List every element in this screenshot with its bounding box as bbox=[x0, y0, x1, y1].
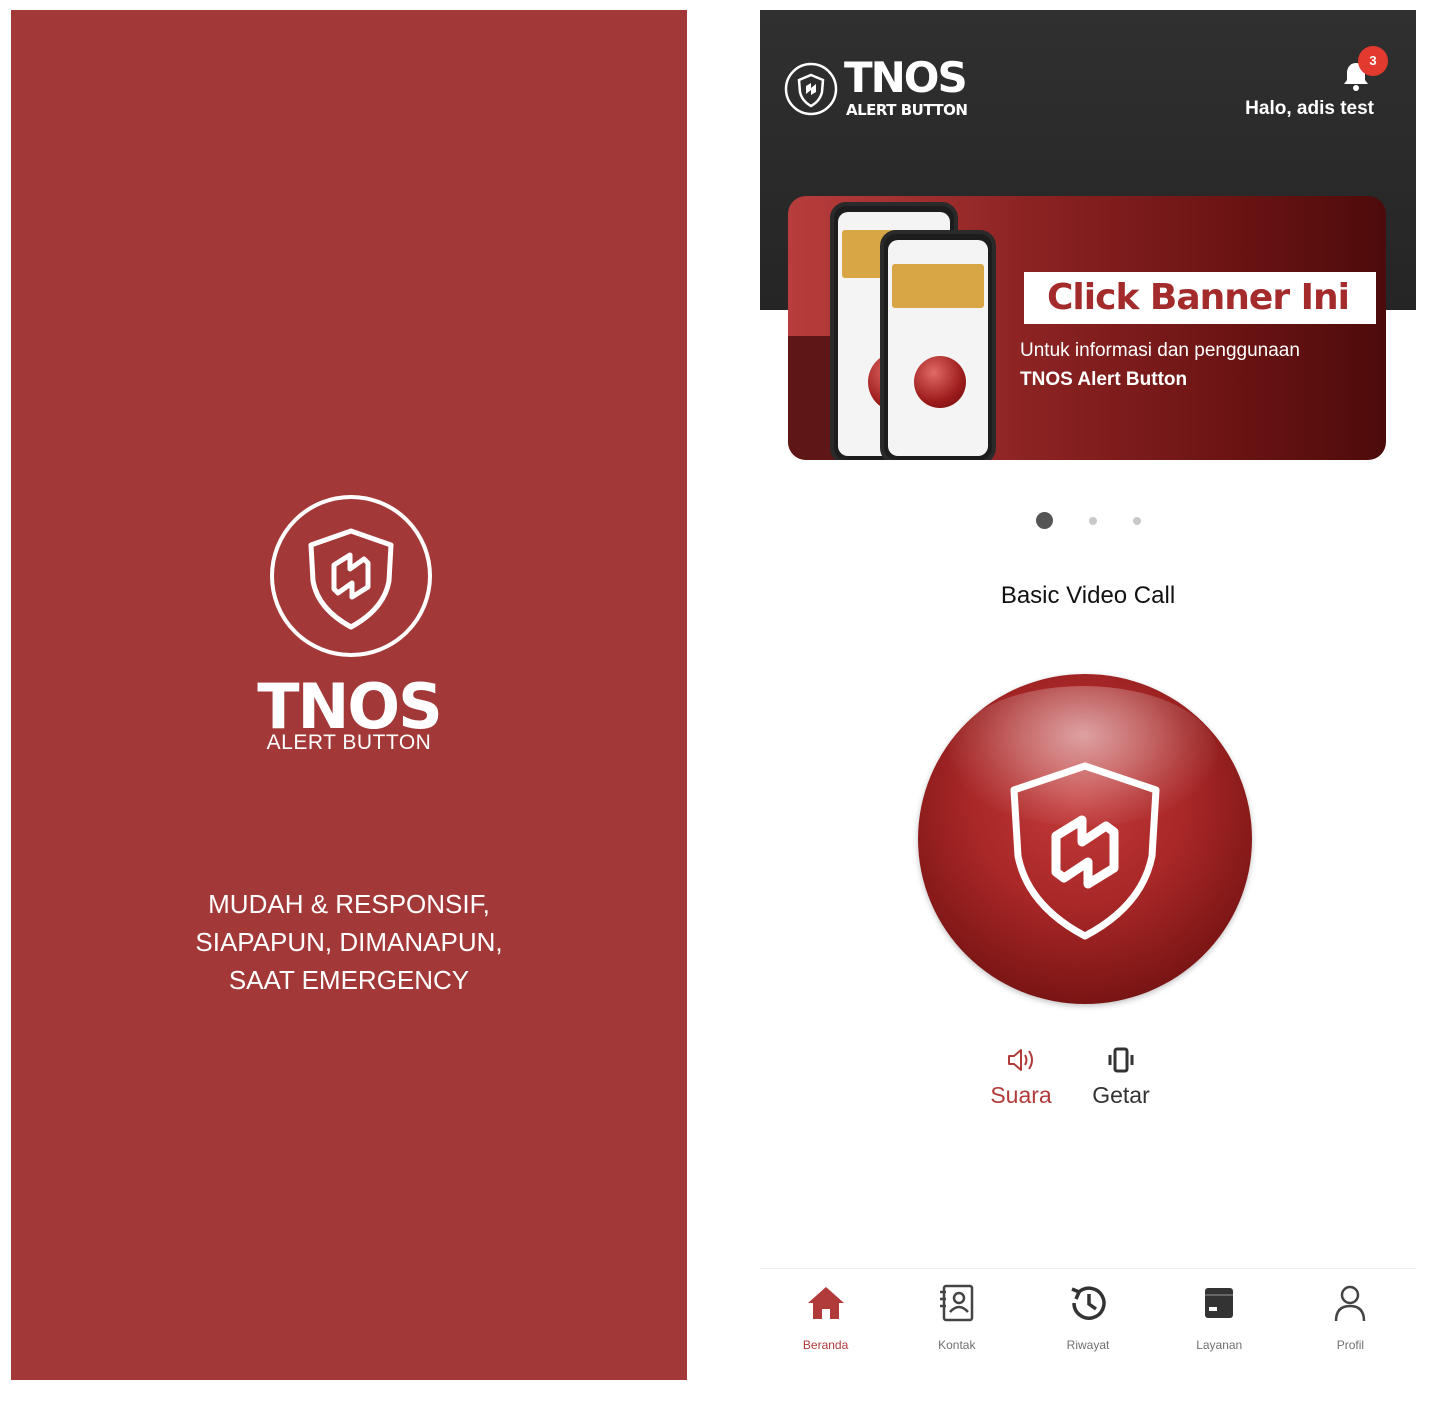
vibrate-toggle-label: Getar bbox=[1092, 1082, 1150, 1108]
speaker-icon bbox=[1008, 1049, 1033, 1071]
splash-tagline: MUDAH & RESPONSIF, SIAPAPUN, DIMANAPUN, … bbox=[11, 885, 687, 999]
nav-item-profil[interactable]: Profil bbox=[1285, 1276, 1416, 1376]
vibrate-icon bbox=[1108, 1047, 1134, 1073]
carousel-dot[interactable] bbox=[1132, 516, 1141, 525]
services-icon bbox=[1205, 1288, 1234, 1318]
shield-icon bbox=[1010, 762, 1160, 940]
nav-item-kontak[interactable]: Kontak bbox=[891, 1276, 1022, 1376]
history-icon bbox=[1071, 1286, 1106, 1320]
call-mode-label: Basic Video Call bbox=[1000, 582, 1176, 609]
tagline-line: SIAPAPUN, DIMANAPUN, bbox=[195, 927, 503, 957]
home-icon bbox=[807, 1287, 844, 1319]
tagline-line: SAAT EMERGENCY bbox=[228, 965, 470, 995]
nav-item-beranda[interactable]: Beranda bbox=[760, 1276, 891, 1376]
home-screen: TNOS ALERT BUTTON 3 Halo, adis test Clic… bbox=[760, 10, 1416, 1380]
tagline-line: MUDAH & RESPONSIF, bbox=[208, 889, 490, 919]
notification-badge: 3 bbox=[1358, 46, 1388, 76]
nav-label: Kontak bbox=[938, 1338, 976, 1352]
phone-mockup-alert-button bbox=[914, 356, 966, 408]
nav-item-riwayat[interactable]: Riwayat bbox=[1022, 1276, 1153, 1376]
vibrate-toggle[interactable]: Getar bbox=[1082, 1044, 1160, 1109]
nav-label: Profil bbox=[1336, 1338, 1365, 1352]
phone-mockup-front bbox=[880, 230, 996, 460]
phone-mockup-card bbox=[892, 264, 984, 308]
contacts-icon bbox=[939, 1284, 974, 1322]
banner-desc-line: Untuk informasi dan penggunaan bbox=[1020, 340, 1300, 361]
sound-toggle[interactable]: Suara bbox=[982, 1044, 1060, 1109]
nav-label: Beranda bbox=[802, 1338, 849, 1352]
bottom-navigation: Beranda Kontak Riwayat Layanan Profil bbox=[760, 1276, 1416, 1376]
banner-title: Click Banner Ini bbox=[1047, 277, 1350, 318]
nav-item-layanan[interactable]: Layanan bbox=[1154, 1276, 1285, 1376]
splash-brand-subtitle: ALERT BUTTON bbox=[266, 731, 432, 754]
header-brand-subtitle: ALERT BUTTON bbox=[846, 101, 968, 119]
sound-toggle-label: Suara bbox=[990, 1082, 1052, 1108]
tnos-shield-logo-icon bbox=[270, 495, 432, 657]
carousel-dot[interactable] bbox=[1035, 512, 1053, 529]
nav-label: Layanan bbox=[1196, 1338, 1243, 1352]
banner-description: Untuk informasi dan penggunaan TNOS Aler… bbox=[1020, 336, 1300, 394]
banner-desc-line: TNOS Alert Button bbox=[1020, 369, 1188, 390]
carousel-indicator bbox=[760, 512, 1416, 529]
info-banner[interactable]: Click Banner Ini Untuk informasi dan pen… bbox=[788, 196, 1386, 460]
user-greeting: Halo, adis test bbox=[1245, 98, 1374, 119]
splash-screen: TNOS ALERT BUTTON MUDAH & RESPONSIF, SIA… bbox=[11, 10, 687, 1380]
profile-icon bbox=[1335, 1285, 1366, 1322]
bottom-nav-divider bbox=[760, 1268, 1416, 1269]
carousel-dot[interactable] bbox=[1088, 516, 1097, 525]
tnos-logo-icon bbox=[784, 62, 838, 116]
nav-label: Riwayat bbox=[1066, 1338, 1110, 1352]
emergency-alert-button[interactable] bbox=[918, 674, 1252, 1004]
header-brand-title: TNOS bbox=[844, 53, 968, 102]
phone-mockup-screen bbox=[888, 240, 988, 456]
